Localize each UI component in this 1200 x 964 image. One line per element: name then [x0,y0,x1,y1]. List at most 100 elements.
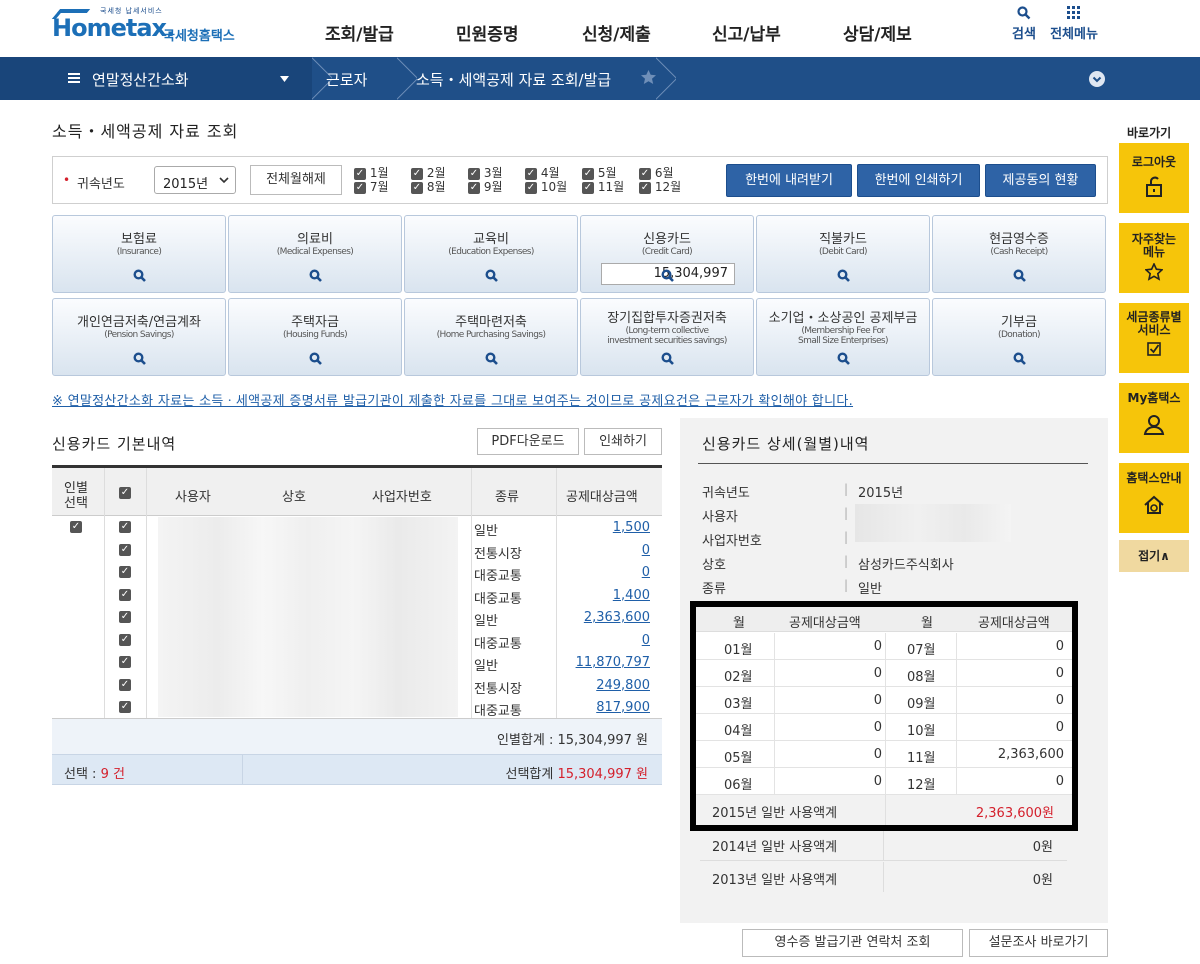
search-icon [1017,6,1031,20]
hometax-guide-button[interactable]: 홈택스안내 [1119,463,1189,533]
row-checkbox[interactable]: ✓ [119,656,131,668]
all-menu-button[interactable]: 전체메뉴 [1042,6,1106,42]
month-checkbox[interactable]: ✓ 3월 [468,167,503,180]
tile-subtitle: investment securities savings) [607,336,727,346]
selection-label: 선택 : [64,767,101,782]
month-amount: 0 [873,747,882,762]
category-tile[interactable]: 현금영수증 (Cash Receipt) [932,215,1106,293]
category-tile[interactable]: 보험료 (Insurance) [52,215,226,293]
category-tile[interactable]: 직불카드 (Debit Card) [756,215,930,293]
month-checkbox[interactable]: ✓ 9월 [468,181,503,194]
search-icon[interactable] [837,352,850,365]
gnb-apply[interactable]: 신청/제출 [582,20,651,45]
category-tile[interactable]: 의료비 (Medical Expenses) [228,215,402,293]
row-amount-link[interactable]: 2,363,600 [584,610,650,625]
category-tile[interactable]: 신용카드 (Credit Card) 15,304,997 [580,215,754,293]
search-icon[interactable] [837,269,850,282]
tile-subtitle: (Medical Expenses) [276,247,354,257]
month-amount: 2,363,600 [997,747,1064,762]
search-icon[interactable] [133,269,146,282]
breadcrumb-separator [397,57,417,100]
month-checkbox[interactable]: ✓ 5월 [582,167,617,180]
category-tile[interactable]: 기부금 (Donation) [932,298,1106,376]
row-amount-link[interactable]: 11,870,797 [576,655,650,670]
favorites-button[interactable]: 자주찾는 메뉴 [1119,223,1189,293]
row-checkbox[interactable]: ✓ [119,633,131,646]
hometax-logo[interactable]: 국세청 납세서비스 Hometax. 국세청홈택스 [51,6,262,48]
menu-dropdown[interactable]: 연말정산간소화 [0,57,312,100]
pdf-download-button[interactable]: PDF다운로드 [477,428,579,455]
gnb-certificate[interactable]: 민원증명 [456,20,519,45]
month-label: 3월 [483,166,503,180]
checkbox-icon: ✓ [468,167,480,180]
tile-subtitle: (Housing Funds) [283,330,348,340]
consent-status-button[interactable]: 제공동의 현황 [985,164,1096,197]
receipt-contact-button[interactable]: 영수증 발급기관 연락처 조회 [742,929,963,957]
month-checkbox[interactable]: ✓ 10월 [525,181,567,194]
tile-title: 기부금 [1001,315,1037,330]
search-icon[interactable] [1013,269,1026,282]
download-all-button[interactable]: 한번에 내려받기 [726,164,852,197]
row-amount-link[interactable]: 1,400 [613,588,650,603]
search-icon[interactable] [309,352,322,365]
row-checkbox[interactable]: ✓ [119,611,131,623]
tax-service-button[interactable]: 세금종류별 서비스 [1119,303,1189,373]
row-checkbox[interactable]: ✓ [119,521,131,533]
survey-button[interactable]: 설문조사 바로가기 [969,929,1108,957]
print-all-button[interactable]: 한번에 인쇄하기 [857,164,980,197]
select-all-checkbox[interactable]: ✓ [119,487,131,499]
breadcrumb-worker[interactable]: 근로자 [326,69,367,90]
month-checkbox[interactable]: ✓ 6월 [639,167,674,180]
table-row: ✓ 일반 11,870,797 [52,652,662,675]
star-icon[interactable] [641,70,656,85]
row-amount-link[interactable]: 817,900 [596,700,650,715]
search-icon[interactable] [485,269,498,282]
row-amount-link[interactable]: 0 [642,565,650,580]
expand-circle-icon[interactable] [1089,71,1105,87]
tile-title: 소기업・소상공인 공제부금 [768,311,918,326]
fold-button[interactable]: 접기∧ [1119,540,1189,572]
month-checkbox[interactable]: ✓ 7월 [354,181,389,194]
row-amount-link[interactable]: 1,500 [613,520,650,535]
category-tile[interactable]: 교육비 (Education Expenses) [404,215,578,293]
logout-button[interactable]: 로그아웃 [1119,143,1189,213]
breadcrumb-current[interactable]: 소득・세액공제 자료 조회/발급 [416,69,611,90]
row-checkbox[interactable]: ✓ [119,678,131,691]
checkbox-icon: ✓ [411,167,423,180]
gnb-consult[interactable]: 상담/제보 [843,20,912,45]
gnb-report-pay[interactable]: 신고/납부 [712,20,781,45]
deselect-all-months-button[interactable]: 전체월해제 [250,165,342,195]
row-checkbox[interactable]: ✓ [119,566,131,578]
value-shop: 삼성카드주식회사 [858,558,954,573]
category-tile[interactable]: 개인연금저축/연금계좌 (Pension Savings) [52,298,226,376]
month-checkbox[interactable]: ✓ 2월 [411,167,446,180]
row-checkbox[interactable]: ✓ [119,543,131,556]
row-checkbox[interactable]: ✓ [119,588,131,601]
month-checkbox[interactable]: ✓ 8월 [411,181,446,194]
monthly-table-frame: 월 공제대상금액 월 공제대상금액 01월 0 07월 0 02월 0 08월 0 03월 0 09… [690,601,1078,831]
search-icon[interactable] [1013,352,1026,365]
notice-link[interactable]: ※ 연말정산간소화 자료는 소득ㆍ세액공제 증명서류 발급기관이 제출한 자료를… [52,390,853,409]
month-checkbox[interactable]: ✓ 11월 [582,181,624,194]
print-button[interactable]: 인쇄하기 [584,428,662,455]
row-checkbox[interactable]: ✓ [119,701,131,713]
year-select[interactable]: 2015년 [154,166,236,194]
month-checkbox[interactable]: ✓ 1월 [354,167,389,180]
gnb-inquiry[interactable]: 조회/발급 [325,20,394,45]
month-checkbox[interactable]: ✓ 12월 [639,181,681,194]
search-icon[interactable] [133,352,146,365]
search-icon[interactable] [661,269,674,282]
row-amount-link[interactable]: 0 [642,633,650,648]
search-button[interactable]: 검색 [1008,6,1040,42]
row-amount-link[interactable]: 249,800 [596,678,650,693]
search-icon[interactable] [309,269,322,282]
search-icon[interactable] [485,352,498,365]
category-tile[interactable]: 주택자금 (Housing Funds) [228,298,402,376]
category-tile[interactable]: 주택마련저축 (Home Purchasing Savings) [404,298,578,376]
category-tile[interactable]: 장기집합투자증권저축 (Long-term collective investmen… [580,298,754,376]
category-tile[interactable]: 소기업・소상공인 공제부금 (Membership Fee For Small Si… [756,298,930,376]
my-hometax-button[interactable]: My홈택스 [1119,383,1189,453]
month-checkbox[interactable]: ✓ 4월 [525,167,560,180]
row-amount-link[interactable]: 0 [642,543,650,558]
search-icon[interactable] [661,352,674,365]
